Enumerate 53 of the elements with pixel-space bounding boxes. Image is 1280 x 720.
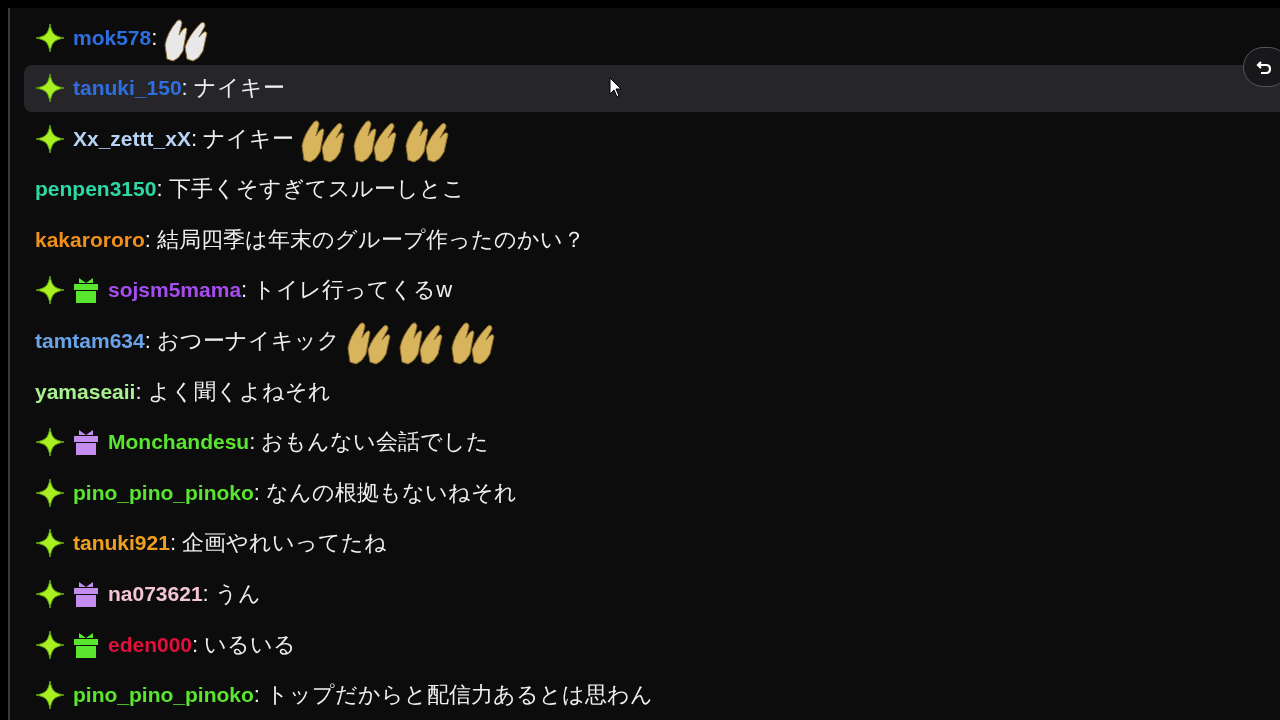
sparkle-badge-icon: [35, 22, 65, 53]
sparkle-badge-icon: [35, 123, 65, 154]
chat-message[interactable]: kakarororo: 結局四季は年末のグループ作ったのかい？: [24, 216, 1280, 264]
sparkle-badge-icon: [35, 73, 65, 104]
username[interactable]: na073621: [108, 582, 203, 607]
chat-message[interactable]: sojsm5mama: トイレ行ってくるw: [24, 266, 1280, 314]
chat-message[interactable]: pino_pino_pinoko: なんの根拠もないねそれ: [24, 469, 1280, 517]
username[interactable]: Xx_zettt_xX: [73, 126, 191, 151]
undo-arrow-icon: [1256, 59, 1272, 75]
sparkle-badge-icon: [35, 680, 65, 711]
username[interactable]: pino_pino_pinoko: [73, 683, 254, 708]
message-text: : いるいる: [192, 630, 297, 659]
username[interactable]: mok578: [73, 25, 152, 50]
chat-message[interactable]: yamaseaii: よく聞くよねそれ: [24, 368, 1280, 416]
chat-message[interactable]: mok578:: [24, 14, 1280, 61]
message-text: : 結局四季は年末のグループ作ったのかい？: [144, 225, 585, 254]
username[interactable]: yamaseaii: [35, 379, 136, 404]
chat-message[interactable]: eden000: いるいる: [24, 621, 1280, 669]
message-text: : おもんない会話でした: [249, 428, 490, 457]
sparkle-badge-icon: [35, 275, 65, 306]
message-text: : 下手くそすぎてスルーしとこ: [156, 175, 465, 204]
message-text: : おつーナイキック: [144, 327, 340, 356]
message-text: : 企画やれいってたね: [169, 529, 388, 558]
username[interactable]: tanuki921: [73, 531, 170, 556]
chat-message[interactable]: Xx_zettt_xX: ナイキー: [24, 115, 1280, 163]
chat-message[interactable]: na073621: うん: [24, 570, 1280, 618]
mouse-cursor-icon: [609, 77, 623, 99]
message-text: : トイレ行ってくるw: [241, 276, 453, 305]
message-text: : なんの根拠もないねそれ: [253, 478, 518, 507]
chat-message[interactable]: penpen3150: 下手くそすぎてスルーしとこ: [24, 165, 1280, 213]
sparkle-badge-icon: [35, 629, 65, 660]
chat-message[interactable]: tanuki_150: ナイキー: [24, 64, 1280, 112]
sparkle-badge-icon: [35, 579, 65, 610]
sparkle-badge-icon: [35, 477, 65, 508]
chat-message[interactable]: tamtam634: おつーナイキック: [24, 317, 1280, 365]
message-text: : うん: [202, 580, 261, 609]
chat-message[interactable]: tanuki921: 企画やれいってたね: [24, 519, 1280, 567]
username[interactable]: pino_pino_pinoko: [73, 480, 254, 505]
chat-message[interactable]: Monchandesu: おもんない会話でした: [24, 418, 1280, 466]
message-text: : ナイキー: [190, 124, 295, 153]
username[interactable]: penpen3150: [35, 177, 157, 202]
username[interactable]: sojsm5mama: [108, 278, 242, 303]
message-text: : よく聞くよねそれ: [135, 377, 331, 406]
username[interactable]: tamtam634: [35, 329, 145, 354]
message-text: : トップだからと配信力あるとは思わん: [253, 681, 654, 710]
username[interactable]: eden000: [108, 632, 193, 657]
sparkle-badge-icon: [35, 528, 65, 559]
sparkle-badge-icon: [35, 427, 65, 458]
message-text: : ナイキー: [181, 74, 285, 103]
message-text: :: [151, 24, 158, 51]
chat-message[interactable]: pino_pino_pinoko: トップだからと配信力あるとは思わん: [24, 671, 1280, 719]
username[interactable]: Monchandesu: [108, 430, 250, 455]
username[interactable]: kakarororo: [35, 227, 145, 252]
